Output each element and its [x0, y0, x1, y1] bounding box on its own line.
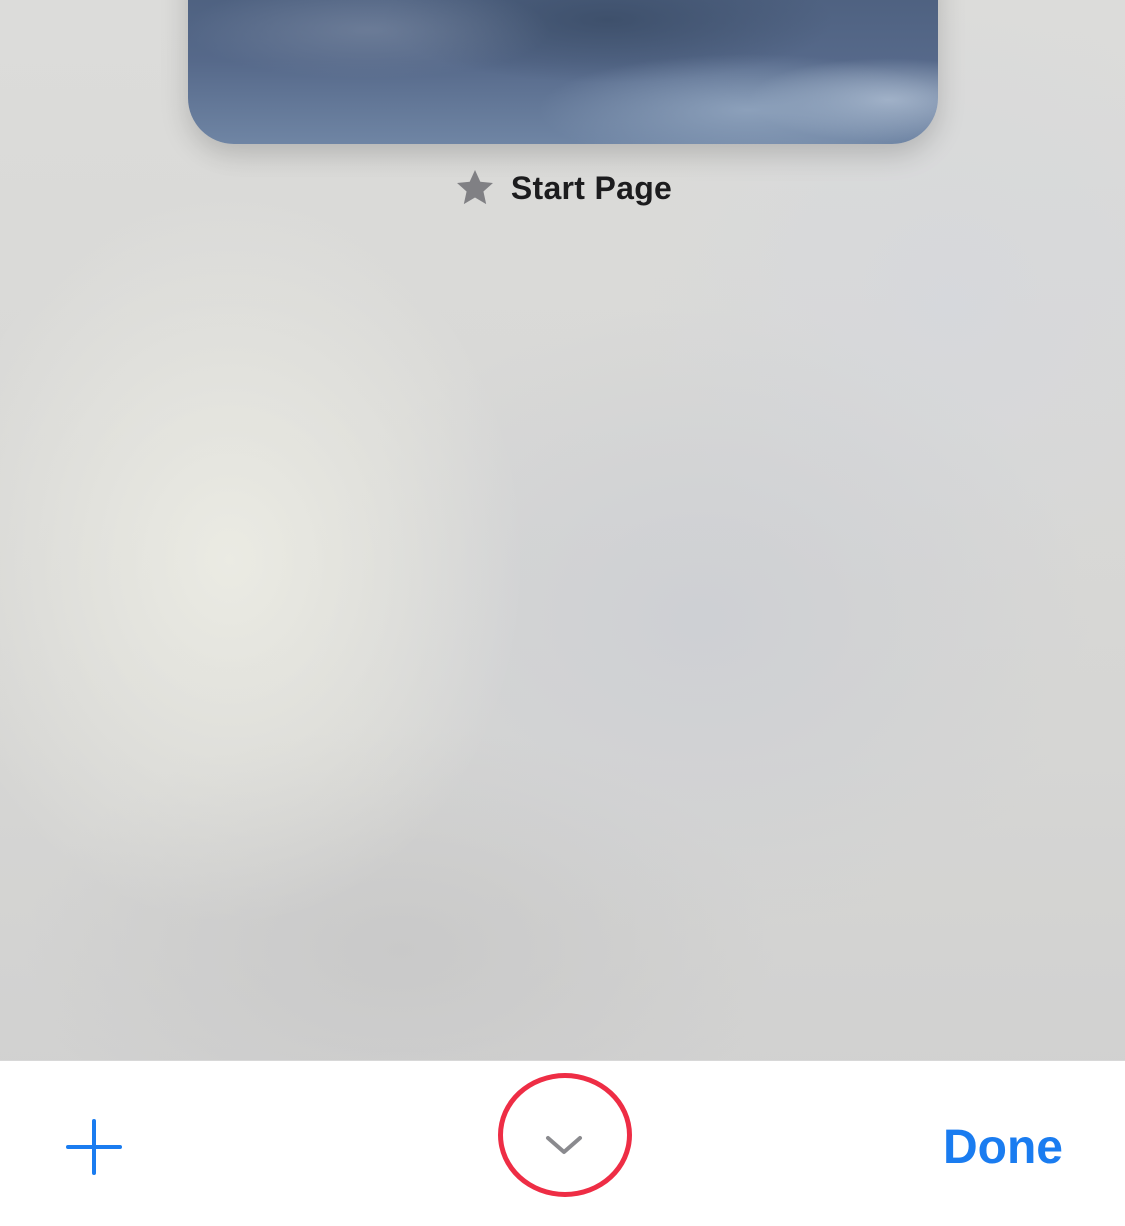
new-tab-button[interactable] — [64, 1117, 124, 1177]
bottom-toolbar: Done — [0, 1060, 1125, 1226]
tab-groups-button[interactable] — [530, 1121, 598, 1169]
tab-thumbnail[interactable] — [188, 0, 938, 144]
plus-icon — [66, 1119, 122, 1175]
tab-overview-screen: Start Page Done — [0, 0, 1125, 1226]
tab-title-row[interactable]: Start Page — [0, 166, 1125, 210]
star-icon — [456, 170, 493, 205]
tab-title: Start Page — [510, 169, 673, 206]
chevron-down-icon — [546, 1136, 582, 1154]
done-button[interactable]: Done — [943, 1117, 1063, 1177]
